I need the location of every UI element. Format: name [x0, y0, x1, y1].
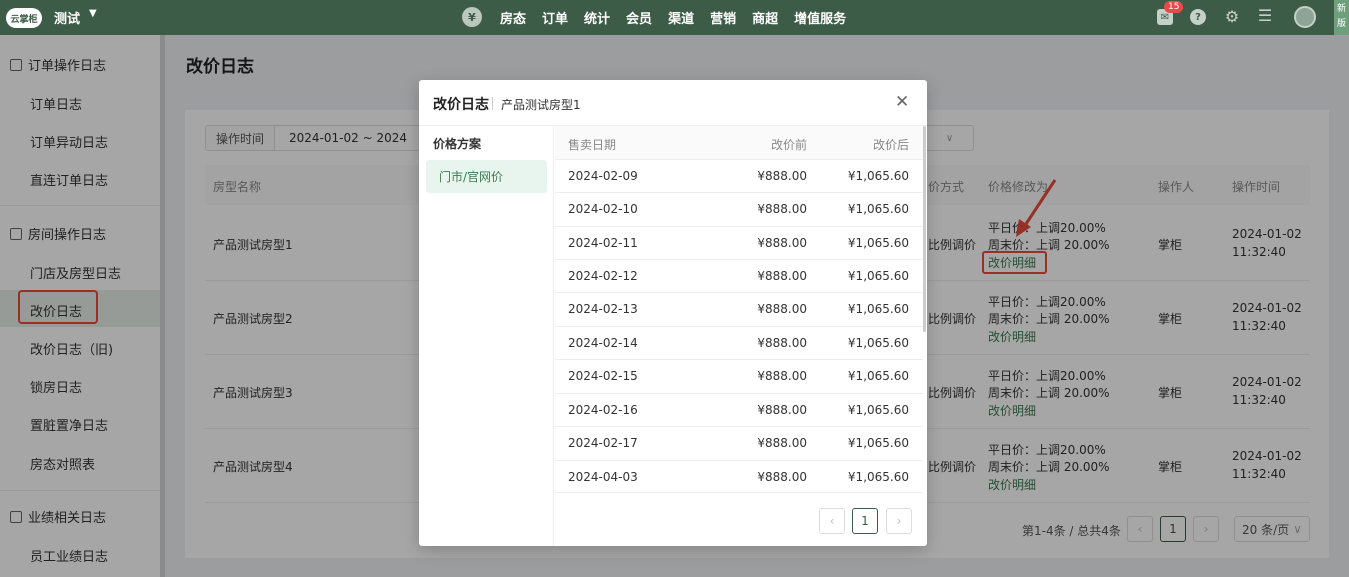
nav-channels[interactable]: 渠道 — [668, 8, 694, 27]
table-row: 2024-02-17 ¥888.00 ¥1,065.60 — [555, 426, 923, 459]
modal-table-header: 售卖日期 改价前 改价后 — [555, 126, 923, 159]
avatar[interactable] — [1294, 6, 1316, 28]
price-plan-label: 价格方案 — [433, 137, 482, 151]
col-before-price: 改价前 — [770, 138, 807, 152]
table-row: 2024-02-10 ¥888.00 ¥1,065.60 — [555, 192, 923, 225]
store-switcher[interactable]: 测试 — [54, 8, 80, 27]
modal-subtitle: 产品测试房型1 — [501, 98, 581, 112]
price-plan-item[interactable]: 门市/官网价 — [426, 160, 547, 193]
nav-marketing[interactable]: 营销 — [710, 8, 736, 27]
col-sale-date: 售卖日期 — [568, 138, 617, 152]
table-row: 2024-02-15 ¥888.00 ¥1,065.60 — [555, 359, 923, 392]
title-divider — [492, 97, 493, 110]
nav-value-added[interactable]: 增值服务 — [794, 8, 846, 27]
modal-next-page-button[interactable]: › — [886, 508, 912, 534]
top-bar: 云掌柜 测试 ▼ ¥ 房态 订单 统计 会员 渠道 营销 商超 增值服务 ✉ 1… — [0, 0, 1349, 35]
table-row: 2024-02-14 ¥888.00 ¥1,065.60 — [555, 326, 923, 359]
table-row: 2024-02-11 ¥888.00 ¥1,065.60 — [555, 226, 923, 259]
modal-prev-page-button[interactable]: ‹ — [819, 508, 845, 534]
chevron-down-icon[interactable]: ▼ — [89, 8, 97, 19]
app-logo: 云掌柜 — [6, 8, 42, 28]
main-nav: 房态 订单 统计 会员 渠道 营销 商超 增值服务 — [500, 0, 846, 35]
new-version-tag[interactable]: 新版 — [1334, 0, 1349, 35]
nav-mall[interactable]: 商超 — [752, 8, 778, 27]
table-row: 2024-02-13 ¥888.00 ¥1,065.60 — [555, 292, 923, 325]
help-icon[interactable]: ? — [1190, 9, 1206, 25]
menu-icon[interactable]: ☰ — [1257, 6, 1273, 25]
modal-scrollbar[interactable] — [923, 126, 926, 332]
modal-page-button[interactable]: 1 — [852, 508, 878, 534]
close-icon[interactable]: ✕ — [895, 92, 909, 112]
table-row: 2024-02-09 ¥888.00 ¥1,065.60 — [555, 159, 923, 192]
gear-icon[interactable]: ⚙ — [1224, 7, 1240, 26]
nav-members[interactable]: 会员 — [626, 8, 652, 27]
table-row: 2024-02-12 ¥888.00 ¥1,065.60 — [555, 259, 923, 292]
nav-orders[interactable]: 订单 — [542, 8, 568, 27]
message-count-badge: 15 — [1164, 1, 1184, 13]
modal-title: 改价日志 — [433, 97, 489, 113]
table-row: 2024-02-16 ¥888.00 ¥1,065.60 — [555, 393, 923, 426]
nav-room-status[interactable]: 房态 — [500, 8, 526, 27]
price-log-modal: 改价日志 产品测试房型1 ✕ 价格方案 门市/官网价 售卖日期 改价前 改价后 … — [419, 80, 927, 546]
yen-icon[interactable]: ¥ — [462, 7, 482, 27]
table-row: 2024-04-03 ¥888.00 ¥1,065.60 — [555, 460, 923, 493]
col-after-price: 改价后 — [872, 138, 909, 152]
nav-stats[interactable]: 统计 — [584, 8, 610, 27]
